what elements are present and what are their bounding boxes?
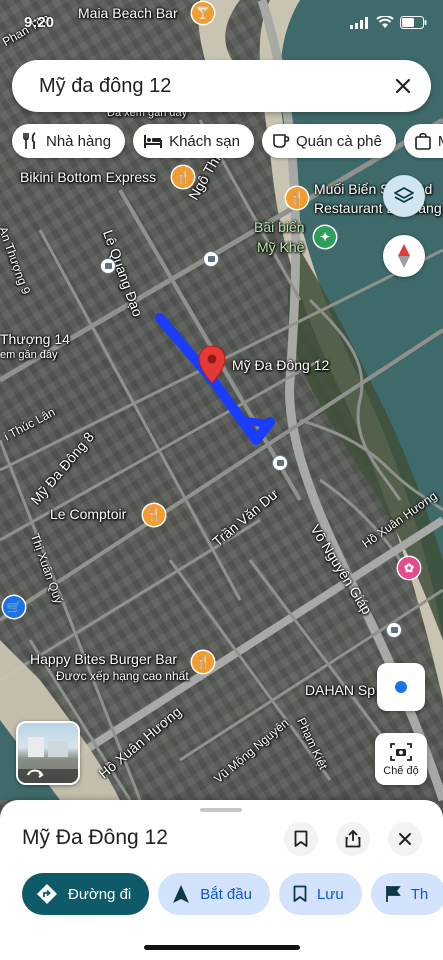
close-sheet-button[interactable] <box>388 822 422 856</box>
action-buttons: Đường đi Bắt đầu Lưu Th <box>22 873 443 915</box>
coffee-icon <box>273 134 290 148</box>
more-action-button[interactable]: Th <box>370 873 443 915</box>
close-icon <box>395 78 411 94</box>
battery-icon <box>400 16 427 29</box>
layers-icon <box>394 187 414 203</box>
compass-icon <box>398 244 410 268</box>
shop-pin-icon[interactable]: ✿ <box>398 557 420 579</box>
map-label: Được xếp hạng cao nhất <box>56 669 189 683</box>
street-view-thumbnail[interactable] <box>16 721 80 785</box>
hotel-icon <box>144 135 163 148</box>
directions-icon <box>37 884 57 904</box>
chip-label: Nhà hàng <box>46 132 112 150</box>
start-label: Bắt đầu <box>200 885 252 903</box>
bus-stop-icon[interactable] <box>203 251 219 267</box>
my-location-button[interactable] <box>377 663 425 711</box>
street-label: Thượng 14 <box>0 331 70 347</box>
sheet-drag-handle[interactable] <box>200 808 242 812</box>
navigation-icon <box>173 885 190 903</box>
map-label: Maia Beach Bar <box>78 5 178 21</box>
bus-stop-icon[interactable] <box>386 622 402 638</box>
my-location-icon <box>395 681 407 693</box>
restaurant-pin-icon[interactable]: 🍴 <box>286 187 308 209</box>
pin-label: Mỹ Đa Đông 12 <box>232 357 330 373</box>
map-label: Bikini Bottom Express <box>20 169 157 185</box>
bus-stop-icon[interactable] <box>100 258 116 274</box>
directions-label: Đường đi <box>68 885 132 903</box>
chip-coffee[interactable]: Quán cà phê <box>261 124 396 158</box>
more-action-label: Th <box>410 885 429 903</box>
flag-icon <box>385 886 401 902</box>
layers-button[interactable] <box>383 175 425 217</box>
bus-stop-icon[interactable] <box>272 455 288 471</box>
chip-shopping[interactable]: M <box>403 124 443 158</box>
chip-hotels[interactable]: Khách sạn <box>133 124 254 158</box>
chip-label: Khách sạn <box>169 132 240 150</box>
chip-label: Quán cà phê <box>295 132 382 150</box>
status-icons <box>350 16 427 29</box>
status-time: 9:20 <box>24 14 55 31</box>
camera-scan-icon <box>390 742 412 761</box>
map-label: Le Comptoir <box>50 506 127 522</box>
start-button[interactable]: Bắt đầu <box>158 873 270 915</box>
restaurant-pin-icon[interactable]: 🍴 <box>192 651 214 673</box>
save-button[interactable]: Lưu <box>278 873 362 915</box>
wifi-icon <box>376 16 394 28</box>
shopping-bag-icon <box>415 132 431 150</box>
category-chips: Nhà hàng Khách sạn Quán cà phê M <box>12 124 443 158</box>
camera-mode-button[interactable]: Chế độ <box>375 733 427 785</box>
place-bottom-sheet[interactable]: Mỹ Đa Đông 12 Đường đi Bắt đầu Lưu Th <box>0 800 443 960</box>
chip-restaurants[interactable]: Nhà hàng <box>12 124 126 158</box>
bookmark-icon <box>294 830 308 847</box>
directions-button[interactable]: Đường đi <box>22 873 150 915</box>
home-indicator <box>144 945 300 950</box>
map-label: em gần đây <box>0 349 58 361</box>
share-icon <box>345 830 361 848</box>
search-input[interactable]: Mỹ đa đông 12 <box>39 75 383 98</box>
street-view-icon <box>18 737 78 783</box>
location-pin-icon[interactable] <box>197 345 227 385</box>
bookmark-icon <box>293 885 307 902</box>
close-icon <box>399 833 411 845</box>
map-label: Bãi biển <box>254 219 305 235</box>
restaurant-icon <box>23 132 36 149</box>
bar-pin-icon[interactable]: 🍸 <box>192 2 214 24</box>
camera-mode-label: Chế độ <box>383 764 419 777</box>
shopping-pin-icon[interactable]: 🛒 <box>3 596 25 618</box>
map-label: Happy Bites Burger Bar <box>30 651 178 667</box>
signal-icon <box>350 16 368 29</box>
map-label: Mỹ Khê <box>257 239 305 255</box>
share-button[interactable] <box>336 822 370 856</box>
save-icon-button[interactable] <box>284 822 318 856</box>
compass-button[interactable] <box>383 235 425 277</box>
park-pin-icon[interactable]: ✦ <box>314 226 336 248</box>
save-label: Lưu <box>316 885 344 903</box>
chip-label: M <box>438 133 443 150</box>
restaurant-pin-icon[interactable]: 🍴 <box>143 504 165 526</box>
search-bar[interactable]: Mỹ đa đông 12 <box>12 60 431 112</box>
clear-search-button[interactable] <box>383 66 423 106</box>
place-title: Mỹ Đa Đông 12 <box>22 826 168 849</box>
map-label: DAHAN Sp <box>305 682 376 698</box>
